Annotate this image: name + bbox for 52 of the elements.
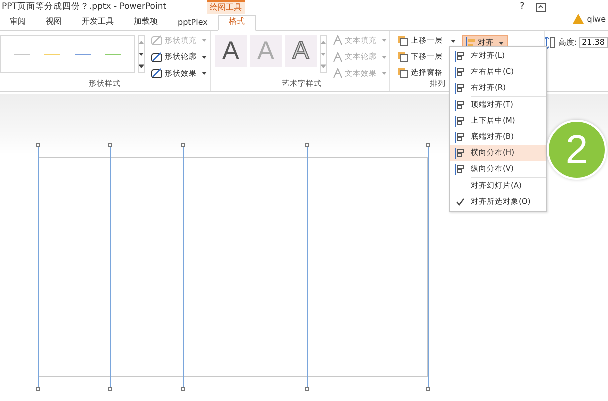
letter-a-icon — [333, 35, 343, 46]
layers-icon — [397, 67, 409, 79]
slide-shape[interactable] — [38, 157, 428, 377]
align-icon — [455, 82, 466, 94]
align-icon — [455, 148, 466, 158]
ribbon-tab[interactable]: 加载项 — [124, 15, 168, 30]
caret-icon — [382, 72, 387, 75]
pen-icon — [151, 35, 163, 46]
align-icon — [455, 100, 466, 110]
align-icon — [455, 50, 466, 62]
selection-handle[interactable] — [36, 143, 40, 147]
caret-icon — [451, 40, 456, 42]
selection-handle[interactable] — [36, 387, 40, 391]
height-icon — [545, 37, 556, 49]
pen-icon — [151, 52, 163, 62]
selection-handle[interactable] — [181, 387, 185, 391]
user-name[interactable]: qiwe — [587, 14, 606, 24]
height-field[interactable]: 21.38 — [579, 37, 608, 48]
align-icon — [455, 66, 466, 78]
caret-icon — [202, 39, 207, 42]
layers-icon — [397, 51, 409, 63]
selection-handle[interactable] — [305, 387, 309, 391]
caret-icon — [202, 56, 207, 58]
pen-icon — [151, 68, 163, 79]
align-icon — [455, 116, 466, 126]
selection-handle[interactable] — [426, 143, 430, 147]
selection-handle[interactable] — [108, 387, 112, 391]
selection-handle[interactable] — [305, 143, 309, 147]
window-title: PPT页面等分成四份？.pptx - PowerPoint — [2, 1, 167, 13]
ribbon-tab[interactable]: 视图 — [36, 15, 72, 30]
letter-a-icon — [333, 68, 343, 79]
context-tab-label: 绘图工具 — [207, 0, 245, 14]
help-button[interactable]: ? — [520, 2, 525, 12]
caret-icon — [382, 56, 387, 58]
warning-icon — [573, 14, 584, 24]
align-icon — [455, 164, 466, 174]
caret-icon — [382, 39, 387, 42]
height-label: 高度: — [558, 37, 578, 48]
align-icon — [455, 132, 466, 142]
layers-icon — [397, 35, 409, 47]
letter-a-icon — [333, 52, 343, 62]
selection-handle[interactable] — [181, 143, 185, 147]
ribbon-tab[interactable]: pptPlex — [168, 15, 218, 30]
ribbon-display-icon[interactable] — [536, 3, 546, 12]
ribbon-tab[interactable]: 开发工具 — [72, 15, 124, 30]
checkmark-icon — [456, 198, 465, 206]
caret-icon — [202, 72, 207, 75]
selection-handle[interactable] — [426, 387, 430, 391]
selection-handle[interactable] — [108, 143, 112, 147]
ribbon-tab[interactable]: 格式 — [218, 15, 256, 31]
ribbon-tab[interactable]: 审阅 — [0, 15, 36, 30]
wordart-style-sample[interactable]: A — [215, 35, 247, 67]
